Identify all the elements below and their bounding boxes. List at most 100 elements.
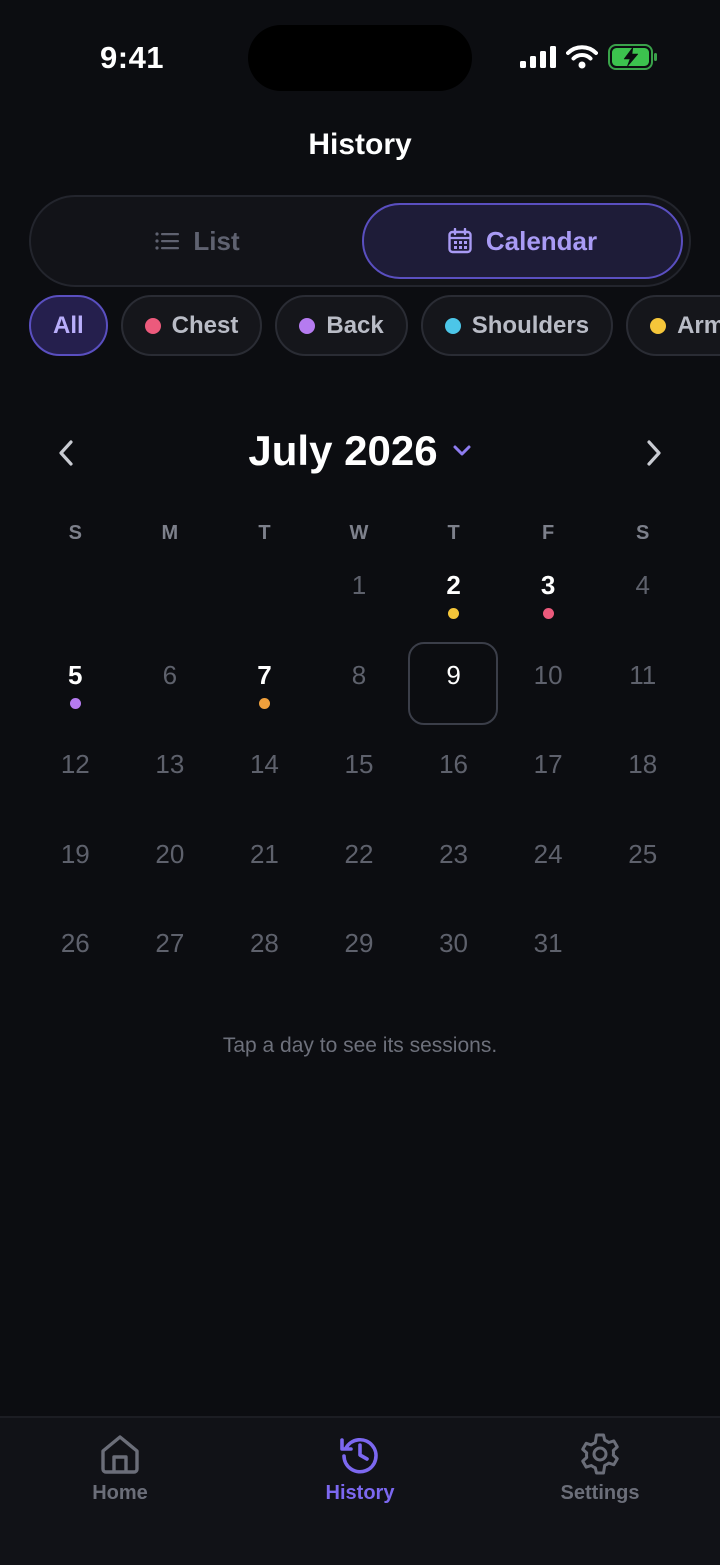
next-month-button[interactable] xyxy=(636,435,672,471)
muscle-filter-chips: All Chest Back Shoulders Arms xyxy=(29,295,720,356)
day-number: 12 xyxy=(60,749,90,779)
gear-icon xyxy=(581,1433,619,1475)
day-cell-15[interactable]: 15 xyxy=(312,731,407,821)
day-number: 10 xyxy=(533,659,563,690)
day-cell-19[interactable]: 19 xyxy=(28,821,123,911)
filter-chip-chest[interactable]: Chest xyxy=(120,295,263,356)
day-cell-8[interactable]: 8 xyxy=(312,642,407,732)
day-number: 30 xyxy=(439,928,469,958)
page-title: History xyxy=(308,128,412,161)
day-number: 1 xyxy=(351,570,367,600)
session-dot xyxy=(542,608,554,619)
filter-chip-label: Chest xyxy=(171,311,239,339)
day-cell-18[interactable]: 18 xyxy=(595,731,690,821)
status-icons xyxy=(520,44,658,70)
battery-charging-icon xyxy=(608,44,657,70)
calendar-view-button[interactable]: Calendar xyxy=(362,203,683,279)
calendar-grid: 1 2 3 4 5 6 7 8 9 10 11 12 13 14 15 16 17 18 19 20 21 22 23 24 2… xyxy=(28,552,690,1000)
filter-chip-back[interactable]: Back xyxy=(275,295,408,356)
filter-chip-shoulders[interactable]: Shoulders xyxy=(420,295,614,356)
day-number: 26 xyxy=(60,928,90,958)
muscle-color-dot xyxy=(444,317,461,334)
home-icon xyxy=(101,1435,139,1474)
view-toggle: List Calendar xyxy=(29,195,691,287)
tab-home[interactable]: Home xyxy=(40,1432,200,1505)
filter-chip-all[interactable]: All xyxy=(29,295,108,356)
status-time: 9:41 xyxy=(100,40,165,75)
tab-settings-label: Settings xyxy=(560,1482,640,1504)
day-cell-17[interactable]: 17 xyxy=(501,731,596,821)
day-number: 6 xyxy=(162,659,178,690)
month-label: July 2026 xyxy=(248,427,438,474)
day-cell-9[interactable]: 9 xyxy=(406,641,501,732)
day-cell-27[interactable]: 27 xyxy=(123,910,218,1000)
day-number: 25 xyxy=(628,838,658,869)
day-cell-16[interactable]: 16 xyxy=(406,731,501,821)
weekday-label: W xyxy=(349,522,369,544)
day-cell-2[interactable]: 2 xyxy=(406,552,501,642)
empty-day-cell xyxy=(28,552,123,642)
day-cell-30[interactable]: 30 xyxy=(406,910,501,1000)
day-cell-11[interactable]: 11 xyxy=(595,642,690,732)
day-number: 22 xyxy=(344,838,374,869)
weekday-label: T xyxy=(258,522,271,544)
day-number: 7 xyxy=(257,659,272,690)
day-cell-24[interactable]: 24 xyxy=(501,821,596,911)
day-number: 17 xyxy=(533,749,563,779)
day-number: 15 xyxy=(344,749,374,779)
list-view-button[interactable]: List xyxy=(37,203,358,279)
day-cell-25[interactable]: 25 xyxy=(595,821,690,911)
dynamic-island xyxy=(248,25,472,91)
day-cell-28[interactable]: 28 xyxy=(217,910,312,1000)
filter-chip-arms[interactable]: Arms xyxy=(626,295,720,356)
tab-settings[interactable]: Settings xyxy=(520,1432,680,1505)
empty-day-cell xyxy=(123,552,218,642)
wifi-icon xyxy=(566,45,598,69)
day-number: 27 xyxy=(155,928,185,958)
weekday-label: F xyxy=(542,522,555,544)
day-number: 8 xyxy=(351,659,367,690)
day-number: 11 xyxy=(629,659,657,690)
day-cell-14[interactable]: 14 xyxy=(217,731,312,821)
day-number: 18 xyxy=(628,749,658,779)
day-cell-31[interactable]: 31 xyxy=(501,910,596,1000)
weekday-label: M xyxy=(161,522,179,544)
day-cell-22[interactable]: 22 xyxy=(312,821,407,911)
day-cell-3[interactable]: 3 xyxy=(501,552,596,642)
day-number: 14 xyxy=(249,749,279,779)
day-number: 23 xyxy=(439,838,469,869)
day-cell-5[interactable]: 5 xyxy=(28,642,123,732)
day-cell-1[interactable]: 1 xyxy=(312,552,407,642)
muscle-color-dot xyxy=(144,317,161,334)
weekday-header: SMTWTFS xyxy=(28,522,690,545)
day-cell-20[interactable]: 20 xyxy=(123,821,218,911)
session-dot xyxy=(69,697,81,709)
day-cell-13[interactable]: 13 xyxy=(123,731,218,821)
day-number: 31 xyxy=(533,928,563,958)
month-picker[interactable]: July 2026 xyxy=(0,427,720,475)
day-cell-4[interactable]: 4 xyxy=(595,552,690,642)
day-cell-23[interactable]: 23 xyxy=(406,821,501,911)
tab-home-label: Home xyxy=(92,1482,148,1504)
weekday-label: S xyxy=(68,522,82,544)
day-cell-21[interactable]: 21 xyxy=(217,821,312,911)
day-cell-29[interactable]: 29 xyxy=(312,910,407,1000)
chevron-down-icon xyxy=(453,445,471,456)
day-number: 4 xyxy=(635,570,650,600)
day-cell-6[interactable]: 6 xyxy=(123,642,218,732)
day-cell-7[interactable]: 7 xyxy=(217,642,312,732)
tab-history[interactable]: History xyxy=(280,1432,440,1505)
tab-bar: Home History Settings xyxy=(0,1416,720,1565)
day-cell-26[interactable]: 26 xyxy=(28,910,123,1000)
calendar-icon xyxy=(448,228,472,254)
filter-chip-label: Back xyxy=(326,311,384,339)
day-cell-12[interactable]: 12 xyxy=(28,731,123,821)
day-cell-10[interactable]: 10 xyxy=(501,642,596,732)
calendar-view-label: Calendar xyxy=(485,225,598,256)
muscle-color-dot xyxy=(650,317,667,334)
filter-chip-label: Shoulders xyxy=(471,311,590,339)
chevron-right-icon xyxy=(647,440,661,466)
history-icon xyxy=(340,1437,378,1474)
day-number: 20 xyxy=(155,838,185,869)
day-number: 28 xyxy=(249,928,279,958)
